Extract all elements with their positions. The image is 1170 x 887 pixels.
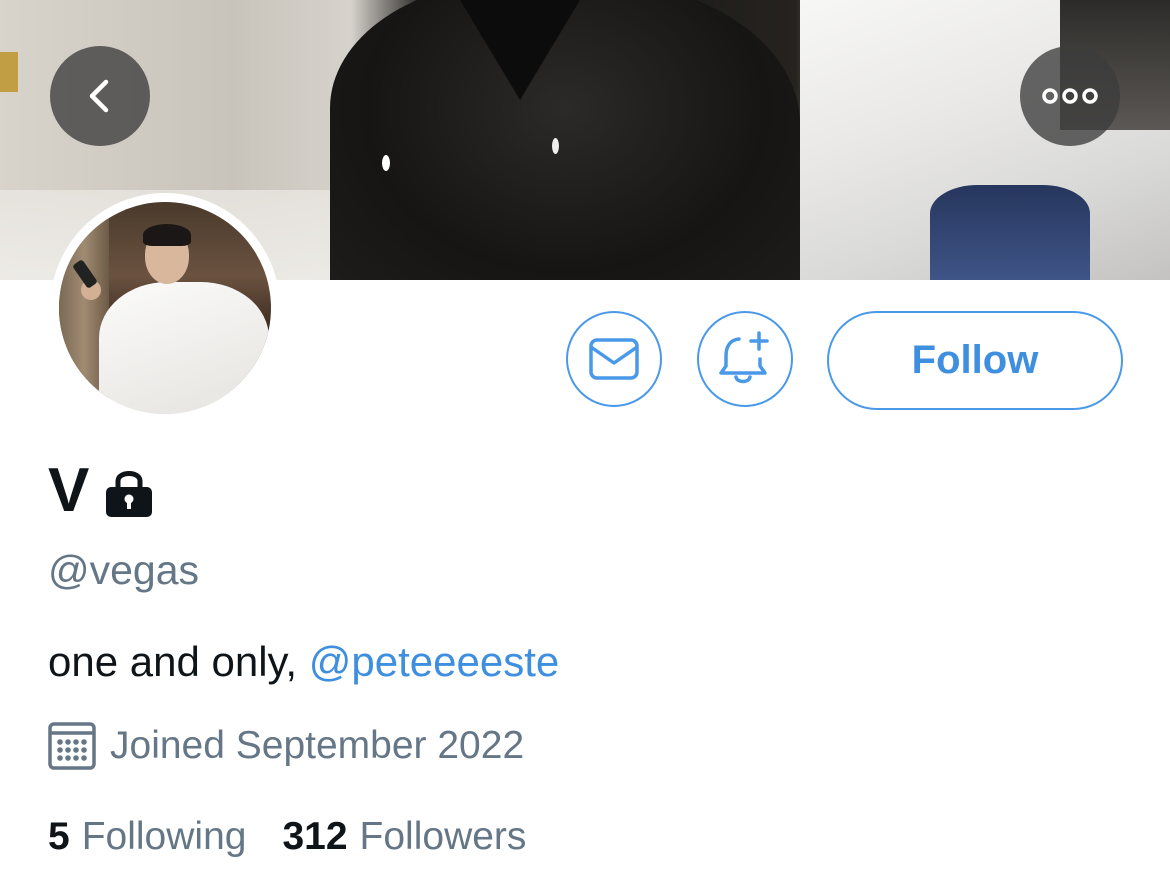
more-options-button[interactable]: [1020, 46, 1120, 146]
followers-label: Followers: [359, 815, 527, 858]
more-horizontal-icon: [1042, 88, 1098, 104]
profile-bio: one and only, @peteeeeste: [48, 638, 559, 686]
bio-mention-link[interactable]: @peteeeeste: [309, 638, 559, 685]
profile-handle: @vegas: [48, 547, 200, 593]
banner-detail: [0, 52, 18, 92]
profile-name: V: [48, 456, 89, 525]
follow-button[interactable]: Follow: [827, 311, 1123, 410]
following-count: 5: [48, 815, 70, 858]
profile-name-row: V: [48, 460, 154, 522]
calendar-icon: [48, 722, 96, 770]
chevron-left-icon: [89, 79, 109, 113]
notifications-button[interactable]: [697, 311, 793, 407]
followers-count: 312: [282, 815, 348, 858]
back-button[interactable]: [50, 46, 150, 146]
joined-date-row: Joined September 2022: [48, 722, 524, 770]
bell-plus-icon: [719, 331, 769, 384]
banner-detail: [382, 155, 390, 171]
avatar-photo: [59, 202, 271, 414]
avatar[interactable]: [50, 193, 280, 423]
followers-link[interactable]: 312 Followers: [282, 815, 526, 859]
joined-date: Joined September 2022: [110, 724, 525, 767]
banner-detail: [552, 138, 559, 154]
envelope-icon: [589, 338, 639, 380]
following-link[interactable]: 5 Following: [48, 815, 246, 859]
lock-icon: [106, 471, 153, 517]
profile-stats: 5 Following 312 Followers: [48, 815, 562, 859]
banner-figure: [330, 0, 800, 280]
banner-detail: [930, 185, 1090, 280]
message-button[interactable]: [566, 311, 662, 407]
bio-text: one and only,: [48, 638, 309, 685]
following-label: Following: [81, 815, 247, 858]
